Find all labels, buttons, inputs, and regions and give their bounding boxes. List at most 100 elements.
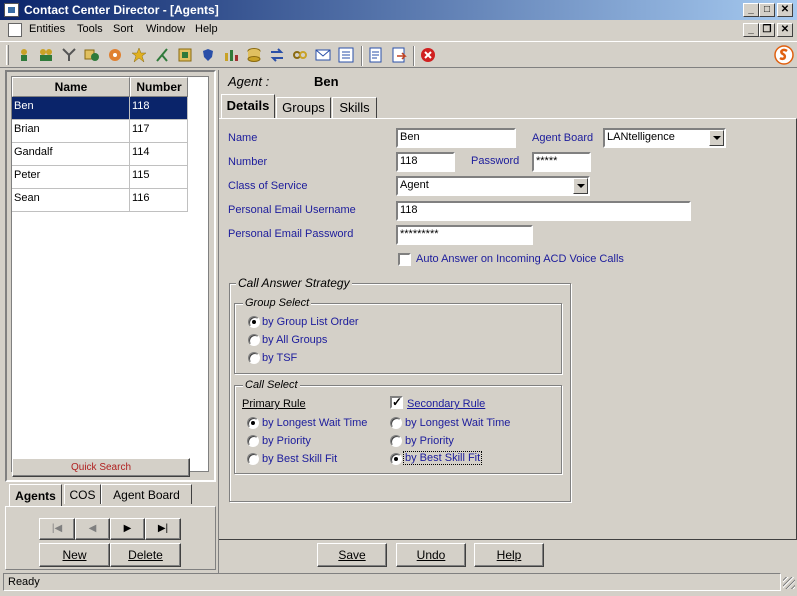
- primary-longest-wait-radio[interactable]: [247, 417, 259, 429]
- group-icon[interactable]: [84, 47, 100, 63]
- table-row[interactable]: Ben 118: [12, 97, 188, 120]
- transfer-icon[interactable]: [269, 47, 285, 63]
- table-row[interactable]: Peter 115: [12, 166, 188, 189]
- report-icon[interactable]: [368, 47, 384, 63]
- prev-record-button[interactable]: ◀: [75, 518, 110, 540]
- delete-button-label: Delete: [128, 548, 163, 562]
- mail-icon[interactable]: [315, 47, 331, 63]
- child-minimize-button[interactable]: _: [743, 23, 759, 37]
- auto-answer-label[interactable]: Auto Answer on Incoming ACD Voice Calls: [416, 253, 624, 265]
- chevron-down-icon[interactable]: [709, 130, 724, 146]
- child-window-icon[interactable]: [8, 23, 22, 37]
- row-name: Gandalf: [12, 143, 130, 166]
- close-button[interactable]: ✕: [777, 3, 793, 17]
- export-icon[interactable]: [391, 47, 407, 63]
- secondary-best-skill-label[interactable]: by Best Skill Fit: [402, 451, 483, 465]
- tab-groups[interactable]: Groups: [276, 97, 331, 118]
- call-select-title: Call Select: [243, 379, 300, 391]
- secondary-priority-label[interactable]: by Priority: [405, 435, 454, 447]
- email-password-field[interactable]: *********: [396, 225, 533, 245]
- help-button[interactable]: Help: [474, 543, 544, 567]
- first-record-button[interactable]: |◀: [39, 518, 75, 540]
- primary-priority-radio[interactable]: [247, 435, 259, 447]
- tab-details[interactable]: Details: [221, 94, 275, 119]
- menu-window[interactable]: Window: [146, 23, 185, 35]
- list-icon[interactable]: [338, 47, 354, 63]
- number-field[interactable]: 118: [396, 152, 455, 172]
- menu-sort[interactable]: Sort: [113, 23, 133, 35]
- all-groups-radio[interactable]: [248, 334, 260, 346]
- password-field[interactable]: *****: [532, 152, 591, 172]
- save-button-label: Save: [338, 548, 366, 562]
- primary-priority-label[interactable]: by Priority: [262, 435, 311, 447]
- agent-board-select[interactable]: LANtelligence: [603, 128, 726, 148]
- primary-best-skill-label[interactable]: by Best Skill Fit: [262, 453, 337, 465]
- resize-grip-icon[interactable]: [783, 577, 795, 589]
- secondary-longest-wait-label[interactable]: by Longest Wait Time: [405, 417, 510, 429]
- auto-answer-checkbox[interactable]: [398, 253, 411, 266]
- tab-agents[interactable]: Agents: [9, 484, 62, 506]
- cos-label: Class of Service: [228, 180, 308, 192]
- route-icon[interactable]: [154, 47, 170, 63]
- secondary-best-skill-radio[interactable]: [390, 453, 402, 465]
- new-button[interactable]: New: [39, 543, 110, 567]
- number-label: Number: [228, 156, 268, 168]
- email-username-field[interactable]: 118: [396, 201, 691, 221]
- child-close-button[interactable]: ✕: [777, 23, 793, 37]
- grid-header-number[interactable]: Number: [130, 77, 188, 97]
- agent-list-panel: Name Number Ben 118 Brian 117 Gandalf 11…: [5, 70, 216, 482]
- email-password-label: Personal Email Password: [228, 228, 354, 240]
- quick-search-button[interactable]: Quick Search: [12, 458, 190, 477]
- row-name: Brian: [12, 120, 130, 143]
- next-record-button[interactable]: ▶: [110, 518, 145, 540]
- secondary-longest-wait-radio[interactable]: [390, 417, 402, 429]
- agents-icon[interactable]: [38, 47, 54, 63]
- child-restore-button[interactable]: ❐: [759, 23, 775, 37]
- tab-cos[interactable]: COS: [64, 484, 101, 504]
- shield-icon[interactable]: [200, 47, 216, 63]
- stop-icon[interactable]: [420, 47, 436, 63]
- name-field[interactable]: Ben: [396, 128, 516, 148]
- maximize-button[interactable]: □: [759, 3, 775, 17]
- menu-tools[interactable]: Tools: [77, 23, 103, 35]
- tsf-radio[interactable]: [248, 352, 260, 364]
- minimize-button[interactable]: _: [743, 3, 759, 17]
- table-row[interactable]: Sean 116: [12, 189, 188, 212]
- database-icon[interactable]: [246, 47, 262, 63]
- menu-help[interactable]: Help: [195, 23, 218, 35]
- group-select-title: Group Select: [243, 297, 312, 309]
- undo-button-label: Undo: [416, 548, 446, 562]
- undo-button[interactable]: Undo: [396, 543, 466, 567]
- table-row[interactable]: Brian 117: [12, 120, 188, 143]
- star-icon[interactable]: [131, 47, 147, 63]
- all-groups-label[interactable]: by All Groups: [262, 334, 327, 346]
- link-icon[interactable]: [292, 47, 308, 63]
- secondary-rule-checkbox[interactable]: [390, 395, 403, 409]
- menu-entities[interactable]: Entities: [29, 23, 65, 35]
- primary-best-skill-radio[interactable]: [247, 453, 259, 465]
- secondary-priority-radio[interactable]: [390, 435, 402, 447]
- bars-icon[interactable]: [223, 47, 239, 63]
- cos-select[interactable]: Agent: [396, 176, 590, 196]
- agent-icon[interactable]: [16, 47, 32, 63]
- group-list-order-label[interactable]: by Group List Order: [262, 316, 359, 328]
- agent-board-value: LANtelligence: [607, 131, 675, 143]
- group-list-order-radio[interactable]: [248, 316, 260, 328]
- last-record-button[interactable]: ▶|: [145, 518, 181, 540]
- chevron-down-icon[interactable]: [573, 178, 588, 194]
- split-icon[interactable]: [61, 47, 77, 63]
- skill-icon[interactable]: [107, 47, 123, 63]
- grid-header-name[interactable]: Name: [12, 77, 130, 97]
- table-row[interactable]: Gandalf 114: [12, 143, 188, 166]
- title-bar: Contact Center Director - [Agents] _ □ ✕: [0, 0, 797, 20]
- secondary-rule-label[interactable]: Secondary Rule: [407, 398, 485, 410]
- primary-longest-wait-label[interactable]: by Longest Wait Time: [262, 417, 367, 429]
- delete-button[interactable]: Delete: [110, 543, 181, 567]
- tsf-label[interactable]: by TSF: [262, 352, 297, 364]
- row-number: 116: [130, 189, 188, 212]
- tab-skills[interactable]: Skills: [332, 97, 377, 118]
- tab-agent-board[interactable]: Agent Board: [101, 484, 192, 504]
- save-button[interactable]: Save: [317, 543, 387, 567]
- book-icon[interactable]: [177, 47, 193, 63]
- name-label: Name: [228, 132, 258, 144]
